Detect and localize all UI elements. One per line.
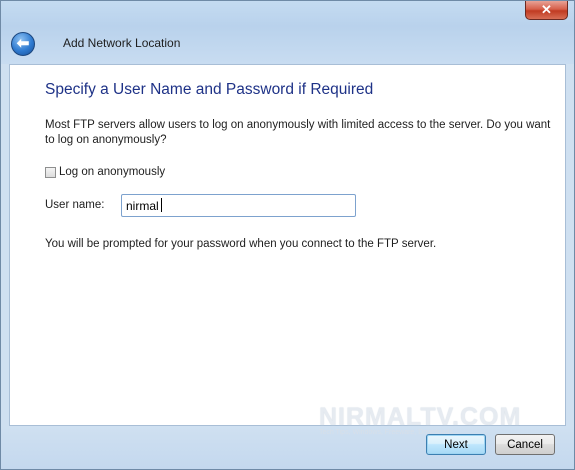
watermark: NIRMALTV.COM Tech Tips, Windows, Freewar… [319,403,569,436]
text-caret [161,198,162,212]
description-text: Most FTP servers allow users to log on a… [45,119,551,146]
page-heading: Specify a User Name and Password if Requ… [45,81,374,98]
next-button[interactable]: Next [426,434,486,455]
anonymous-label[interactable]: Log on anonymously [59,166,165,178]
username-input[interactable] [121,194,356,217]
anonymous-checkbox[interactable] [45,166,56,178]
username-label: User name: [45,199,105,211]
back-arrow-icon: ⬅ [16,35,30,52]
watermark-main: NIRMALTV.COM [319,403,522,431]
content-panel: Specify a User Name and Password if Requ… [9,64,566,426]
dialog-window: ✕ ⬅ Add Network Location Specify a User … [0,0,575,470]
cancel-button[interactable]: Cancel [495,434,555,455]
close-button[interactable]: ✕ [525,1,568,20]
title-bar [1,1,574,64]
window-title: Add Network Location [63,36,181,50]
anonymous-option[interactable]: Log on anonymously [45,164,165,180]
password-note: You will be prompted for your password w… [45,238,437,250]
close-icon: ✕ [541,2,552,17]
back-button[interactable]: ⬅ [11,32,35,56]
